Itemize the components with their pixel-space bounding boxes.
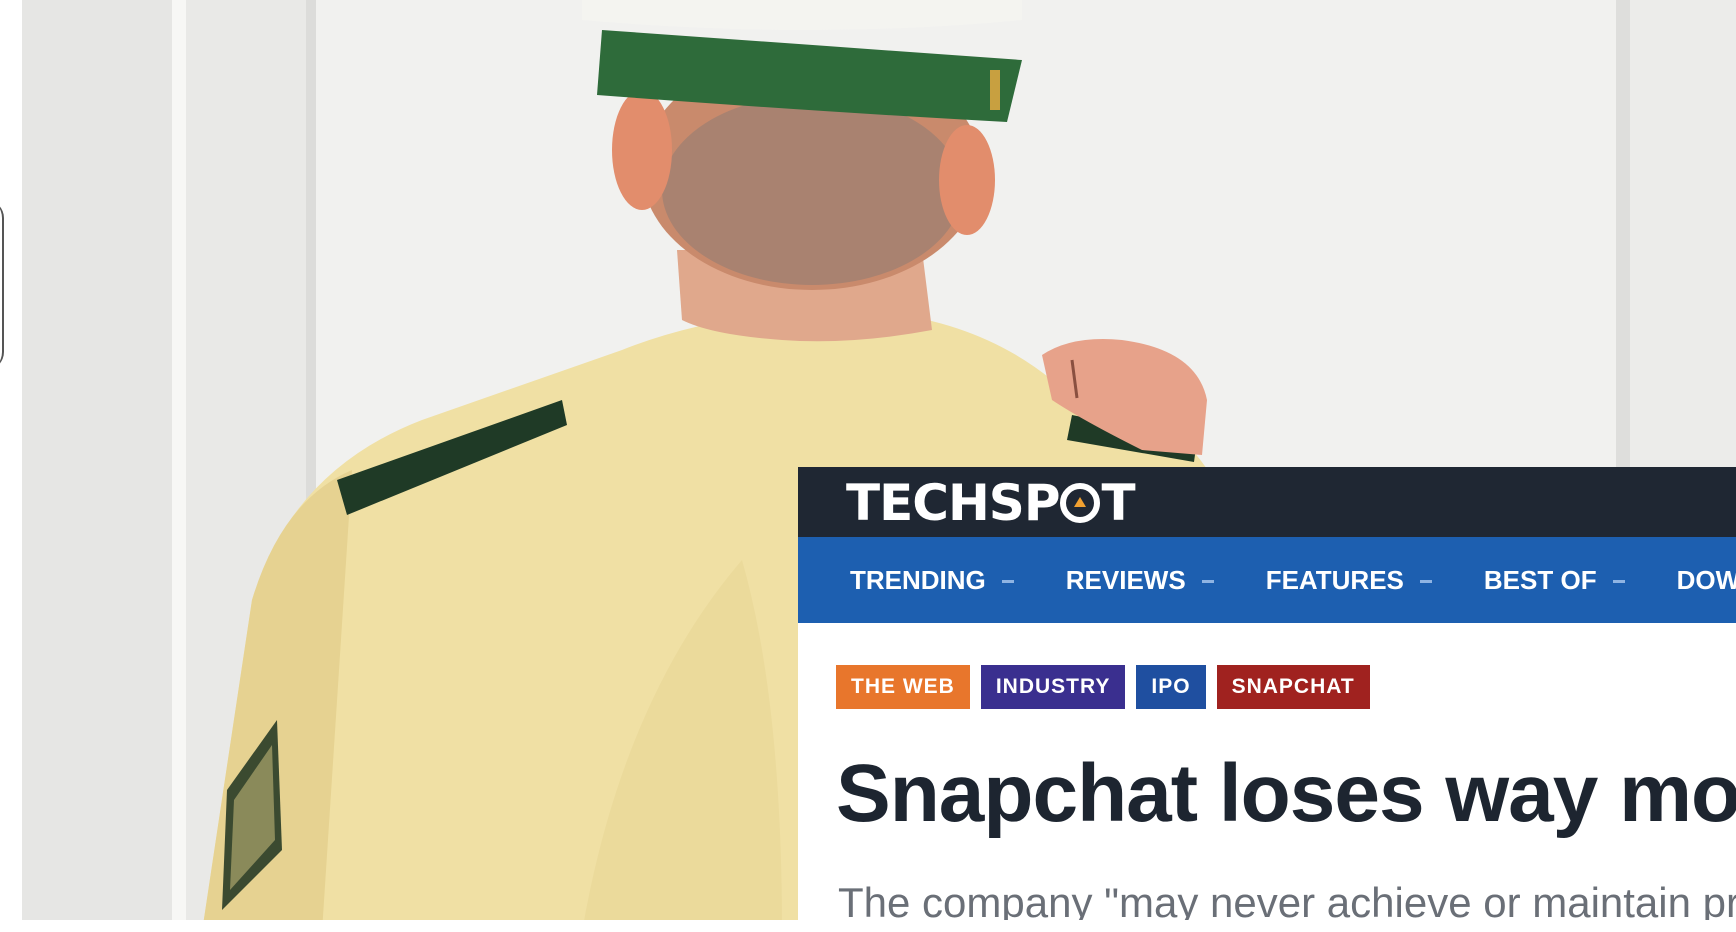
chevron-down-icon	[1419, 579, 1432, 583]
nav-label: REVIEWS	[1065, 564, 1186, 595]
left-edge-arc	[0, 200, 4, 370]
tag-industry[interactable]: INDUSTRY	[980, 665, 1126, 709]
main-nav: TRENDING REVIEWS FEATURES BEST OF DOWN	[798, 537, 1736, 623]
left-margin	[0, 0, 22, 932]
nav-item-downloads[interactable]: DOWN	[1677, 565, 1736, 596]
logo-text-left: TECHSP	[846, 474, 1060, 532]
nav-item-best-of[interactable]: BEST OF	[1484, 565, 1625, 596]
article-tags: THE WEB INDUSTRY IPO SNAPCHAT	[836, 665, 1381, 709]
techspot-article-overlay: TECHSP T TRENDING REVIEWS FEATURES BEST …	[798, 467, 1736, 920]
article-headline: Snapchat loses way mo	[836, 748, 1736, 839]
chevron-down-icon	[1612, 579, 1625, 583]
bottom-margin	[0, 920, 1736, 932]
nav-item-reviews[interactable]: REVIEWS	[1066, 565, 1214, 596]
nav-label: TRENDING	[850, 564, 986, 595]
logo-o-icon	[1060, 483, 1101, 523]
tag-the-web[interactable]: THE WEB	[836, 665, 970, 709]
chevron-down-icon	[1201, 579, 1214, 583]
nav-item-trending[interactable]: TRENDING	[850, 565, 1014, 596]
nav-label: DOWN	[1676, 564, 1736, 595]
article-subheadline: The company "may never achieve or mainta…	[838, 879, 1736, 920]
nav-label: BEST OF	[1483, 564, 1597, 595]
tag-ipo[interactable]: IPO	[1136, 665, 1206, 709]
techspot-logo[interactable]: TECHSP T	[846, 474, 1136, 532]
chevron-down-icon	[1001, 579, 1014, 583]
site-header: TECHSP T	[798, 467, 1736, 537]
nav-item-features[interactable]: FEATURES	[1266, 565, 1432, 596]
nav-label: FEATURES	[1265, 564, 1404, 595]
tag-snapchat[interactable]: SNAPCHAT	[1216, 665, 1370, 709]
logo-text-right: T	[1101, 474, 1135, 532]
